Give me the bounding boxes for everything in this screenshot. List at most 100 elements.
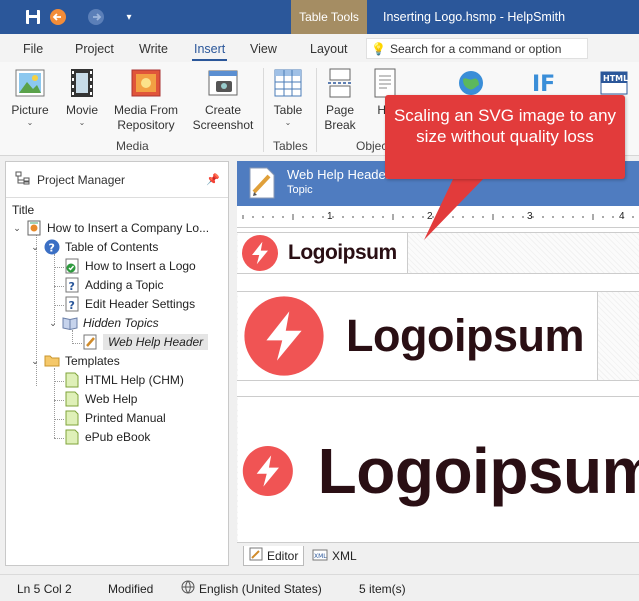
search-command-box[interactable]: 💡 Search for a command or option [366,38,588,59]
tree-item-label: Edit Header Settings [85,297,196,311]
tab-editor-label: Editor [267,548,299,563]
movie-label: Movie [65,103,98,117]
tree-line [72,343,82,344]
tree-item-toc[interactable]: ⌄ ? Table of Contents [30,238,158,256]
tree-item-how-to-insert-logo[interactable]: How to Insert a Logo [64,257,196,275]
tab-write[interactable]: Write [139,42,168,56]
tree-item-template-chm[interactable]: HTML Help (CHM) [64,371,184,389]
table-label: Table [273,103,303,117]
lightbulb-icon: 💡 [371,41,386,56]
editor-view-tabs: Editor XML XML [237,542,639,568]
tab-project[interactable]: Project [75,42,114,56]
tree-item-hidden-topics[interactable]: ⌄ Hidden Topics [48,314,159,332]
ruler[interactable]: 1 2 3 4 [237,206,639,228]
tree-item-template-printed[interactable]: Printed Manual [64,409,166,427]
svg-text:IF: IF [532,72,555,97]
picture-icon [13,66,47,100]
tree-item-template-epub[interactable]: ePub eBook [64,428,150,446]
folder-icon [44,353,60,369]
svg-text:?: ? [69,280,75,293]
table-icon [271,66,305,100]
tab-editor[interactable]: Editor [243,546,305,566]
movie-button[interactable]: Movie ⌄ [62,66,102,128]
table-button[interactable]: Table ⌄ [268,66,308,128]
svg-text:XML: XML [314,553,327,560]
editor-topic-type: Topic [287,184,313,196]
status-language[interactable]: English (United States) [181,580,322,597]
tree-item-label: ePub eBook [85,430,151,444]
tree-line [54,286,64,287]
tree-item-label: Table of Contents [65,240,159,254]
page-break-label: Page Break [324,103,356,132]
logo-wordmark: Logoipsum [317,435,639,507]
tree-line [54,368,55,438]
tree-line [54,400,64,401]
ruler-mark: 4 [619,211,625,222]
expand-icon[interactable]: ⌄ [30,356,40,367]
chevron-down-icon: ⌄ [78,118,86,127]
tree-item-template-web[interactable]: Web Help [64,390,137,408]
tree-item-web-help-header[interactable]: Web Help Header [82,333,209,351]
editor-topic-title: Web Help Header [287,167,391,182]
tree-item-label: Web Help [85,392,138,406]
tab-file[interactable]: File [23,42,43,56]
svg-text:HTML: HTML [603,74,628,83]
logo-image-large[interactable]: Logoipsum [238,397,639,542]
callout-annotation: Scaling an SVG image to any size without… [385,95,625,179]
tree-item-edit-header[interactable]: ? Edit Header Settings [64,295,195,313]
project-manager-panel: Project Manager 📌 Title ⌄ How to Insert … [5,161,229,566]
tree-item-label: Hidden Topics [83,316,159,330]
chevron-down-icon: ⌄ [26,118,34,127]
expand-icon[interactable]: ⌄ [30,242,40,253]
tree-item-label: Printed Manual [85,411,166,425]
logo-wordmark: Logoipsum [346,310,584,361]
pin-icon[interactable]: 📌 [206,173,220,186]
create-screenshot-label: Create Screenshot [192,103,254,132]
editor-document[interactable]: Logoipsum Logoipsum Logoipsum [237,228,639,542]
create-screenshot-button[interactable]: Create Screenshot [188,66,258,133]
tab-layout[interactable]: Layout [310,42,348,56]
group-separator [263,68,264,152]
tree-item-adding-topic[interactable]: ? Adding a Topic [64,276,164,294]
tree-line [72,330,73,344]
undo-icon[interactable] [47,6,69,28]
column-header-title[interactable]: Title [12,203,34,217]
media-repository-label: Media From Repository [113,103,178,132]
chevron-down-icon: ⌄ [284,118,292,127]
expand-icon[interactable]: ⌄ [48,318,58,329]
tab-insert[interactable]: Insert [191,42,228,61]
media-repository-button[interactable]: Media From Repository [108,66,184,133]
ruler-mark: 3 [527,211,533,222]
redo-icon[interactable] [85,6,107,28]
expand-icon[interactable]: ⌄ [12,223,22,234]
tab-xml[interactable]: XML XML [307,546,362,566]
tab-view[interactable]: View [250,42,277,56]
tree-line [54,419,64,420]
picture-button[interactable]: Picture ⌄ [8,66,52,128]
tree-item-label: Adding a Topic [85,278,164,292]
status-items: 5 item(s) [359,582,406,596]
logo-row-small: Logoipsum [237,232,639,274]
project-icon [26,220,42,236]
group-label-objects: Objec [356,139,388,153]
project-manager-title: Project Manager [37,172,126,187]
ruler-mark: 1 [327,211,333,222]
table-tools-tab[interactable]: Table Tools [291,0,367,34]
logo-image-medium[interactable]: Logoipsum [238,292,598,380]
template-icon [64,429,80,445]
logo-wordmark: Logoipsum [288,241,397,264]
project-manager-header: Project Manager 📌 [6,162,228,198]
topic-question-icon: ? [64,277,80,293]
tree-item-templates[interactable]: ⌄ Templates [30,352,119,370]
customize-qat-icon[interactable]: ▾ [118,6,140,28]
bolt-logo-icon [242,445,293,497]
movie-icon [65,66,99,100]
svg-text:?: ? [49,242,55,255]
project-manager-icon [15,171,31,188]
tree-item-project[interactable]: ⌄ How to Insert a Company Lo... [12,219,209,237]
page-break-icon [323,66,357,100]
save-icon[interactable] [22,6,44,28]
page-break-button[interactable]: Page Break [320,66,360,133]
logo-image-small[interactable]: Logoipsum [238,233,408,273]
status-modified: Modified [108,582,154,596]
